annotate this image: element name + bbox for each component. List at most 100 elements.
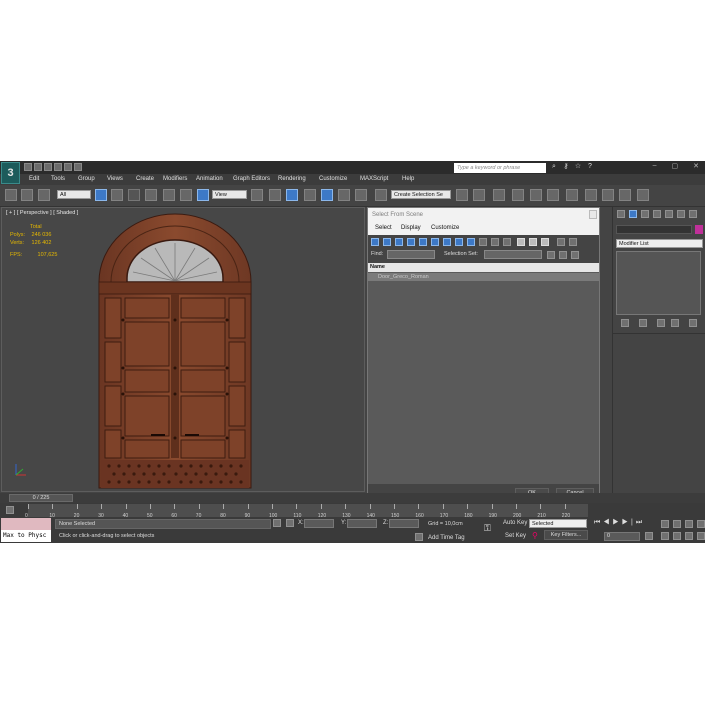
make-unique-icon[interactable] <box>657 319 665 327</box>
search-icon[interactable]: ⌕ <box>550 163 558 171</box>
display-groups-icon[interactable] <box>443 238 451 246</box>
snaps-toggle-icon[interactable] <box>304 189 316 201</box>
pin-stack-icon[interactable] <box>621 319 629 327</box>
new-file-icon[interactable] <box>24 163 32 171</box>
display-containers-icon[interactable] <box>479 238 487 246</box>
angle-snap-icon[interactable] <box>321 189 333 201</box>
menu-views[interactable]: Views <box>107 176 123 182</box>
hierarchy-tab-icon[interactable] <box>641 210 649 218</box>
render-icon[interactable] <box>619 189 631 201</box>
redo-icon[interactable] <box>64 163 72 171</box>
object-name-field[interactable] <box>616 225 692 234</box>
dialog-menu-customize[interactable]: Customize <box>431 225 459 231</box>
viewport-label[interactable]: [ + ] [ Perspective ] [ Shaded ] <box>6 210 78 216</box>
zoom-icon[interactable] <box>661 520 669 528</box>
display-helpers-icon[interactable] <box>419 238 427 246</box>
configure-modifier-sets-icon[interactable] <box>689 319 697 327</box>
display-xrefs-icon[interactable] <box>455 238 463 246</box>
filter-icon[interactable] <box>557 238 565 246</box>
display-cameras-icon[interactable] <box>407 238 415 246</box>
spinner-snap-icon[interactable] <box>355 189 367 201</box>
dialog-menu-select[interactable]: Select <box>375 225 392 231</box>
motion-tab-icon[interactable] <box>653 210 661 218</box>
move-icon[interactable] <box>163 189 175 201</box>
selection-set-add-icon[interactable] <box>547 251 555 259</box>
display-all-icon[interactable] <box>517 238 525 246</box>
menu-maxscript[interactable]: MAXScript <box>360 176 388 182</box>
display-none-icon[interactable] <box>529 238 537 246</box>
render-iterative-icon[interactable] <box>637 189 649 201</box>
rotate-icon[interactable] <box>180 189 192 201</box>
object-color-swatch[interactable] <box>695 225 703 234</box>
find-input[interactable] <box>387 250 435 259</box>
z-coordinate-input[interactable] <box>389 519 419 528</box>
unlink-icon[interactable] <box>21 189 33 201</box>
maximize-viewport-icon[interactable] <box>697 532 705 540</box>
display-tab-icon[interactable] <box>665 210 673 218</box>
menu-graph-editors[interactable]: Graph Editors <box>233 176 270 182</box>
maxscript-listener[interactable]: Max to Physc <box>1 518 51 542</box>
maxscript-input[interactable]: Max to Physc <box>1 530 51 542</box>
window-crossing-icon[interactable] <box>145 189 157 201</box>
undo-icon[interactable] <box>54 163 62 171</box>
selection-set-edit-icon[interactable] <box>559 251 567 259</box>
select-manipulate-icon[interactable] <box>269 189 281 201</box>
keyboard-shortcut-icon[interactable] <box>286 189 298 201</box>
align-icon[interactable] <box>473 189 485 201</box>
project-folder-icon[interactable] <box>74 163 82 171</box>
field-of-view-icon[interactable] <box>661 532 669 540</box>
y-coordinate-input[interactable] <box>347 519 377 528</box>
zoom-extents-icon[interactable] <box>685 520 693 528</box>
rendered-frame-icon[interactable] <box>602 189 614 201</box>
time-config-icon[interactable] <box>645 532 653 540</box>
current-frame-input[interactable]: 0 <box>604 532 640 541</box>
x-coordinate-input[interactable] <box>304 519 334 528</box>
perspective-viewport[interactable]: [ + ] [ Perspective ] [ Shaded ] Total P… <box>1 207 365 492</box>
display-invert-icon[interactable] <box>541 238 549 246</box>
door-model[interactable] <box>97 212 253 490</box>
percent-snap-icon[interactable] <box>338 189 350 201</box>
rect-region-icon[interactable] <box>128 189 140 201</box>
pan-view-icon[interactable] <box>673 532 681 540</box>
bind-spacewarp-icon[interactable] <box>38 189 50 201</box>
pivot-icon[interactable] <box>251 189 263 201</box>
playback-controls[interactable]: ⏮◀▶▶|⏭ <box>594 519 645 527</box>
key-mode-dropdown[interactable]: Selected <box>529 519 587 528</box>
selection-filter-dropdown[interactable]: All <box>57 190 91 199</box>
modifier-stack[interactable] <box>616 251 701 315</box>
timeline-ruler[interactable]: 0 10 20 30 40 50 60 70 80 90 100 110 120 130 140 150 160… <box>25 504 588 519</box>
key-icon[interactable]: ⚷ <box>562 163 570 171</box>
mini-curve-editor-icon[interactable] <box>6 506 14 514</box>
open-file-icon[interactable] <box>34 163 42 171</box>
set-key-icon[interactable]: ⚲ <box>532 531 538 540</box>
zoom-extents-all-icon[interactable] <box>697 520 705 528</box>
save-file-icon[interactable] <box>44 163 52 171</box>
maximize-icon[interactable]: ▢ <box>672 162 679 170</box>
display-geometry-icon[interactable] <box>371 238 379 246</box>
select-object-icon[interactable] <box>95 189 107 201</box>
selection-lock-icon[interactable] <box>273 519 281 527</box>
menu-group[interactable]: Group <box>78 176 95 182</box>
menu-tools[interactable]: Tools <box>51 176 65 182</box>
display-shapes-icon[interactable] <box>383 238 391 246</box>
absolute-mode-icon[interactable] <box>286 519 294 527</box>
modify-tab-icon[interactable] <box>629 210 637 218</box>
wrench-icon[interactable] <box>689 210 697 218</box>
time-tag-icon[interactable] <box>415 533 423 541</box>
menu-rendering[interactable]: Rendering <box>278 176 306 182</box>
link-icon[interactable] <box>5 189 17 201</box>
schematic-view-icon[interactable] <box>547 189 559 201</box>
remove-modifier-icon[interactable] <box>671 319 679 327</box>
material-editor-icon[interactable] <box>566 189 578 201</box>
set-key-button[interactable]: Set Key <box>505 533 526 539</box>
key-filters-button[interactable]: Key Filters... <box>544 530 588 540</box>
filter-options-icon[interactable] <box>569 238 577 246</box>
close-icon[interactable]: ✕ <box>693 162 699 170</box>
menu-help[interactable]: Help <box>402 176 414 182</box>
menu-edit[interactable]: Edit <box>29 176 39 182</box>
selection-set-remove-icon[interactable] <box>571 251 579 259</box>
orbit-icon[interactable] <box>685 532 693 540</box>
modifier-list-dropdown[interactable]: Modifier List <box>616 239 703 248</box>
object-list[interactable]: Door_Greco_Roman <box>368 272 599 543</box>
scene-explorer-icon[interactable] <box>493 189 505 201</box>
